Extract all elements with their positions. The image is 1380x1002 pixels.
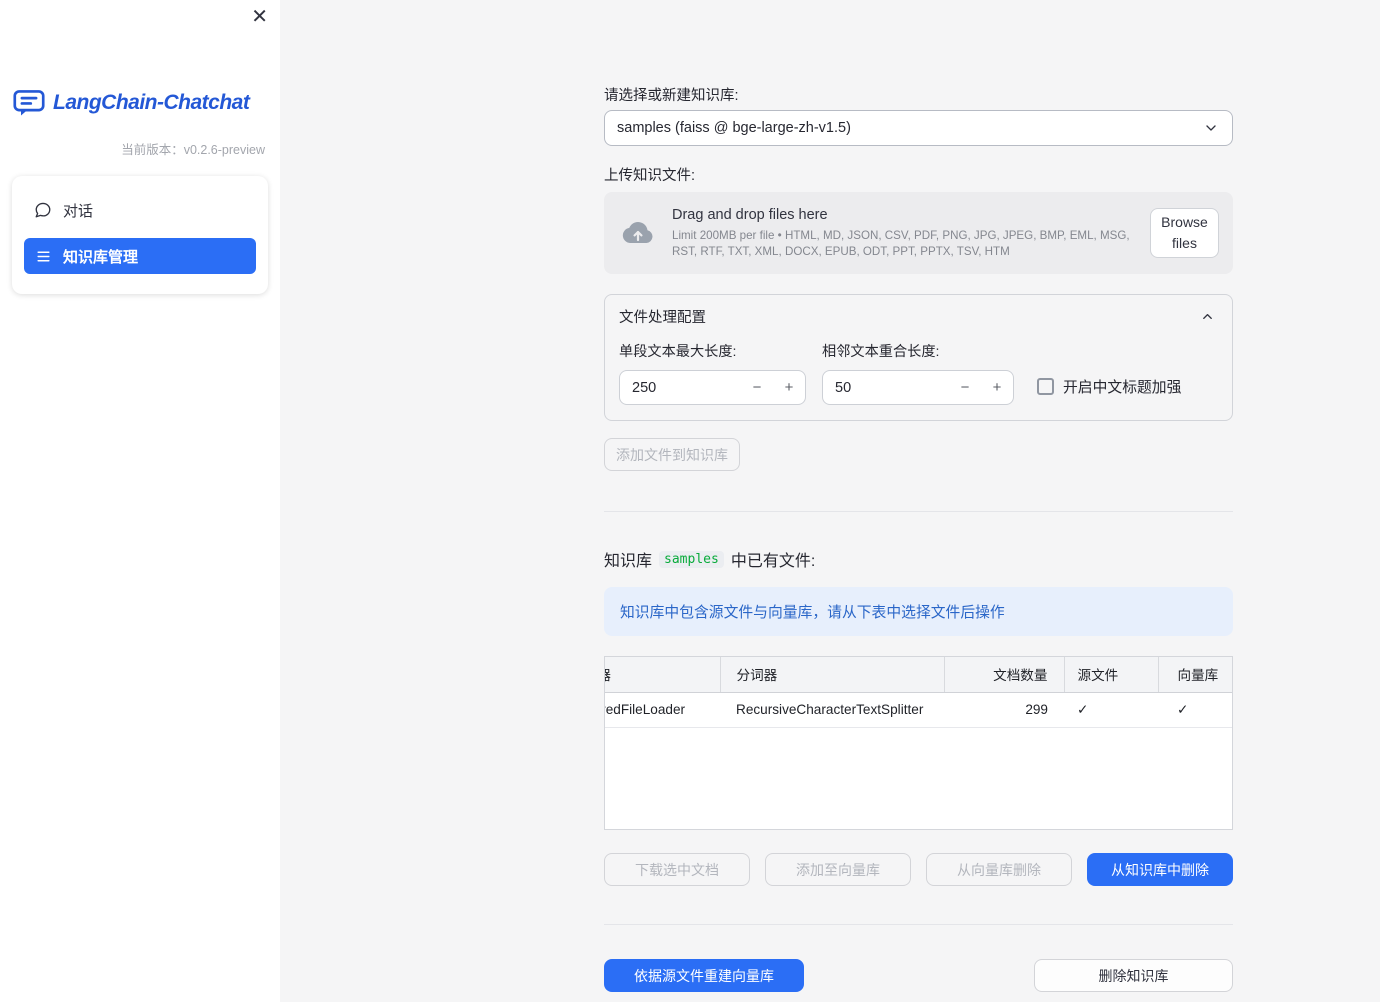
cell-vector-store-check[interactable]: ✓ xyxy=(1158,692,1232,728)
content-column: 请选择或新建知识库: samples (faiss @ bge-large-zh… xyxy=(604,0,1233,992)
increment-button[interactable]: + xyxy=(981,379,1013,396)
table-row[interactable]: UnstructuredFileLoader RecursiveCharacte… xyxy=(605,692,1232,728)
divider xyxy=(604,511,1233,512)
checkbox-label: 开启中文标题加强 xyxy=(1063,380,1182,396)
chevron-down-icon xyxy=(1202,119,1220,137)
sidebar-close-icon[interactable]: ✕ xyxy=(251,4,268,30)
decrement-button[interactable]: − xyxy=(949,379,981,396)
kb-files-suffix: 中已有文件: xyxy=(730,553,816,570)
logo: LangChain-Chatchat xyxy=(13,89,280,117)
sidebar-item-label: 对话 xyxy=(63,202,94,220)
expander-body: 单段文本最大长度: 250 − + 相邻文本重合长度: 50 − + 开启中文标… xyxy=(605,327,1232,420)
upload-label: 上传知识文件: xyxy=(604,168,696,184)
rebuild-vector-store-button[interactable]: 依据源文件重建向量库 xyxy=(604,959,804,992)
files-table[interactable]: 文档加载器 分词器 文档数量 源文件 向量库 UnstructuredFileL… xyxy=(604,656,1233,830)
expander-title: 文件处理配置 xyxy=(619,310,706,326)
chunk-size-label: 单段文本最大长度: xyxy=(619,344,737,360)
uploader-text: Drag and drop files here Limit 200MB per… xyxy=(672,207,1150,260)
uploader-title: Drag and drop files here xyxy=(672,206,828,223)
info-banner: 知识库中包含源文件与向量库，请从下表中选择文件后操作 xyxy=(604,587,1233,636)
cell-loader[interactable]: UnstructuredFileLoader xyxy=(605,692,720,728)
chevron-up-icon xyxy=(1198,308,1216,326)
app: ✕ LangChain-Chatchat 当前版本：v0.2.6-preview xyxy=(0,0,1380,1002)
cell-source-file-check[interactable]: ✓ xyxy=(1064,692,1158,728)
sidebar-item-dialogue[interactable]: 对话 xyxy=(24,192,256,228)
version-label: 当前版本：v0.2.6-preview xyxy=(121,143,265,157)
browse-files-button[interactable]: Browse files xyxy=(1150,208,1219,258)
file-config-expander: 文件处理配置 单段文本最大长度: 250 − + 相邻文本重合长度: 50 − … xyxy=(604,294,1233,421)
kb-files-heading: 知识库 samples 中已有文件: xyxy=(604,547,1233,571)
kb-files-prefix: 知识库 xyxy=(604,553,653,570)
col-header-splitter[interactable]: 分词器 xyxy=(720,657,945,693)
kb-name-code: samples xyxy=(659,550,724,568)
delete-from-kb-button[interactable]: 从知识库中删除 xyxy=(1087,853,1233,886)
uploader-limit-text: Limit 200MB per file • HTML, MD, JSON, C… xyxy=(672,228,1130,258)
add-files-to-kb-button[interactable]: 添加文件到知识库 xyxy=(604,438,740,471)
sidebar-item-knowledge-base[interactable]: 知识库管理 xyxy=(24,238,256,274)
sidebar: ✕ LangChain-Chatchat 当前版本：v0.2.6-preview xyxy=(0,0,280,1002)
overlap-size-field: 相邻文本重合长度: 50 − + xyxy=(822,341,1014,405)
cell-splitter[interactable]: RecursiveCharacterTextSplitter xyxy=(720,692,944,728)
increment-button[interactable]: + xyxy=(773,379,805,396)
delete-kb-button[interactable]: 删除知识库 xyxy=(1034,959,1233,992)
col-header-loader[interactable]: 文档加载器 xyxy=(605,657,721,693)
sidebar-menu: 对话 知识库管理 xyxy=(12,176,268,294)
delete-from-vector-store-button[interactable]: 从向量库删除 xyxy=(926,853,1072,886)
cell-doc-count[interactable]: 299 xyxy=(944,692,1064,728)
chunk-size-value: 250 xyxy=(632,379,657,396)
file-uploader-dropzone[interactable]: Drag and drop files here Limit 200MB per… xyxy=(604,192,1233,274)
col-header-doc-count[interactable]: 文档数量 xyxy=(944,657,1065,693)
download-selected-button[interactable]: 下载选中文档 xyxy=(604,853,750,886)
chunk-size-input[interactable]: 250 − + xyxy=(619,370,806,405)
list-icon xyxy=(34,247,52,265)
kb-select-value: samples (faiss @ bge-large-zh-v1.5) xyxy=(617,120,851,136)
overlap-size-label: 相邻文本重合长度: xyxy=(822,344,940,360)
col-header-vector-store[interactable]: 向量库 xyxy=(1158,657,1232,693)
kb-bottom-actions: 依据源文件重建向量库 删除知识库 xyxy=(604,959,1233,992)
kb-select[interactable]: samples (faiss @ bge-large-zh-v1.5) xyxy=(604,110,1233,146)
main-area: 请选择或新建知识库: samples (faiss @ bge-large-zh… xyxy=(280,0,1380,1002)
logo-chat-icon xyxy=(13,89,45,117)
zh-title-enhance-checkbox[interactable]: 开启中文标题加强 xyxy=(1037,376,1181,397)
table-actions: 下载选中文档 添加至向量库 从向量库删除 从知识库中删除 xyxy=(604,853,1233,886)
kb-select-label: 请选择或新建知识库: xyxy=(604,88,739,104)
checkbox-box[interactable] xyxy=(1037,378,1054,395)
logo-text: LangChain-Chatchat xyxy=(53,91,250,114)
chat-bubble-icon xyxy=(34,201,52,219)
table-header-row: 文档加载器 分词器 文档数量 源文件 向量库 xyxy=(605,657,1232,693)
overlap-size-value: 50 xyxy=(835,379,852,396)
expander-header[interactable]: 文件处理配置 xyxy=(605,295,1232,327)
divider xyxy=(604,924,1233,925)
overlap-size-input[interactable]: 50 − + xyxy=(822,370,1014,405)
chunk-size-field: 单段文本最大长度: 250 − + xyxy=(619,341,806,405)
upload-cloud-icon xyxy=(620,218,656,248)
decrement-button[interactable]: − xyxy=(741,379,773,396)
add-to-vector-store-button[interactable]: 添加至向量库 xyxy=(765,853,911,886)
sidebar-item-label: 知识库管理 xyxy=(63,248,139,266)
col-header-source-file[interactable]: 源文件 xyxy=(1064,657,1159,693)
